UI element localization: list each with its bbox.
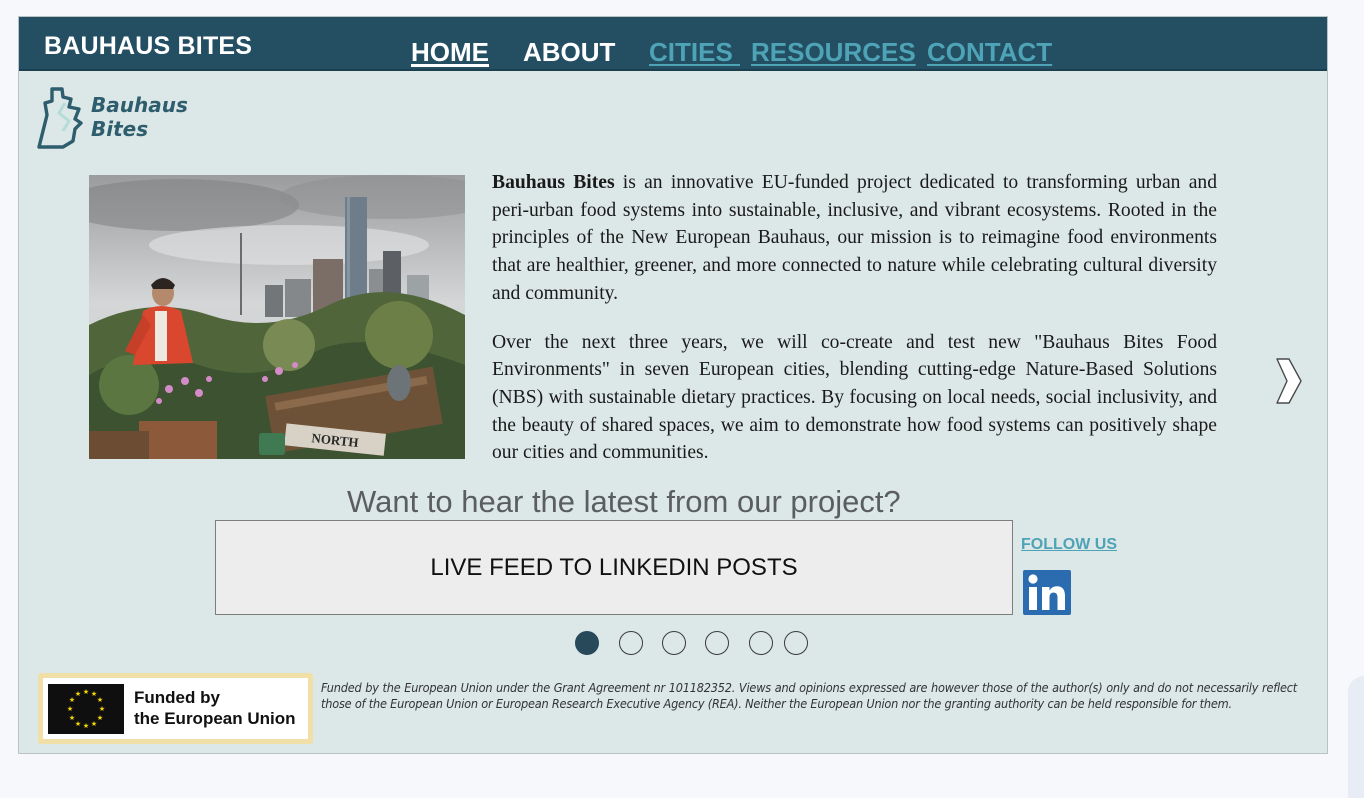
linkedin-feed-placeholder[interactable]: LIVE FEED TO LINKEDIN POSTS — [215, 520, 1013, 615]
intro-text: Bauhaus Bites is an innovative EU-funded… — [492, 169, 1217, 467]
carousel-next-arrow[interactable] — [1275, 357, 1303, 405]
logo-mark-icon — [37, 87, 83, 149]
logo-line-1: Bauhaus — [91, 93, 188, 117]
bauhaus-bites-logo: Bauhaus Bites — [35, 83, 195, 153]
nav-contact-link[interactable]: CONTACT — [927, 37, 1052, 68]
page-frame: BAUHAUS BITES HOME ABOUT CITIES RESOURCE… — [18, 16, 1328, 754]
eu-badge-inner: ★ ★ ★ ★ ★ ★ ★ ★ ★ ★ ★ ★ Funded by the European U… — [43, 678, 308, 739]
svg-text:★: ★ — [97, 714, 103, 722]
brand-title: BAUHAUS BITES — [44, 32, 253, 60]
linkedin-icon[interactable] — [1023, 570, 1071, 615]
eu-disclaimer-text: Funded by the European Union under the G… — [321, 680, 1297, 711]
carousel-dot-3[interactable] — [662, 631, 686, 655]
eu-funding-line-2: the European Union — [134, 709, 296, 728]
nav-resources-link[interactable]: RESOURCES — [751, 37, 916, 68]
nav-cities-link[interactable]: CITIES — [649, 37, 740, 68]
intro-paragraph-2: Over the next three years, we will co-cr… — [492, 331, 1217, 464]
svg-text:★: ★ — [91, 720, 97, 728]
carousel-dot-2[interactable] — [619, 631, 643, 655]
intro-project-name: Bauhaus Bites — [492, 172, 615, 193]
logo-wordmark: Bauhaus Bites — [91, 93, 188, 141]
eu-funding-line-1: Funded by — [134, 688, 220, 707]
svg-text:★: ★ — [75, 690, 81, 698]
carousel-dot-4[interactable] — [705, 631, 729, 655]
carousel-dot-5[interactable] — [749, 631, 773, 655]
rooftop-garden-photo: NORTH — [89, 175, 465, 459]
nav-home-link[interactable]: HOME — [411, 37, 489, 68]
svg-text:★: ★ — [67, 705, 73, 713]
carousel-dot-1[interactable] — [575, 631, 599, 655]
logo-line-2: Bites — [91, 117, 149, 141]
eu-funding-text: Funded by the European Union — [134, 687, 296, 729]
follow-us-link[interactable]: FOLLOW US — [1021, 536, 1117, 554]
newsletter-heading: Want to hear the latest from our project… — [347, 484, 901, 519]
eu-funding-badge: ★ ★ ★ ★ ★ ★ ★ ★ ★ ★ ★ ★ Funded by the European U… — [38, 673, 313, 744]
svg-text:★: ★ — [83, 688, 89, 696]
carousel-dot-6[interactable] — [784, 631, 808, 655]
svg-text:★: ★ — [69, 714, 75, 722]
svg-text:★: ★ — [97, 696, 103, 704]
svg-text:★: ★ — [83, 722, 89, 730]
eu-flag-icon: ★ ★ ★ ★ ★ ★ ★ ★ ★ ★ ★ ★ — [48, 684, 124, 734]
svg-text:★: ★ — [75, 720, 81, 728]
scroll-corner-decoration — [1348, 676, 1364, 798]
chevron-right-icon — [1276, 358, 1302, 404]
top-navigation-bar: BAUHAUS BITES HOME ABOUT CITIES RESOURCE… — [19, 17, 1327, 71]
carousel-pagination — [574, 631, 814, 657]
linkedin-feed-label: LIVE FEED TO LINKEDIN POSTS — [430, 553, 798, 581]
nav-about-link[interactable]: ABOUT — [523, 37, 615, 68]
intro-paragraph-1: Bauhaus Bites is an innovative EU-funded… — [492, 169, 1217, 308]
svg-text:★: ★ — [99, 705, 105, 713]
